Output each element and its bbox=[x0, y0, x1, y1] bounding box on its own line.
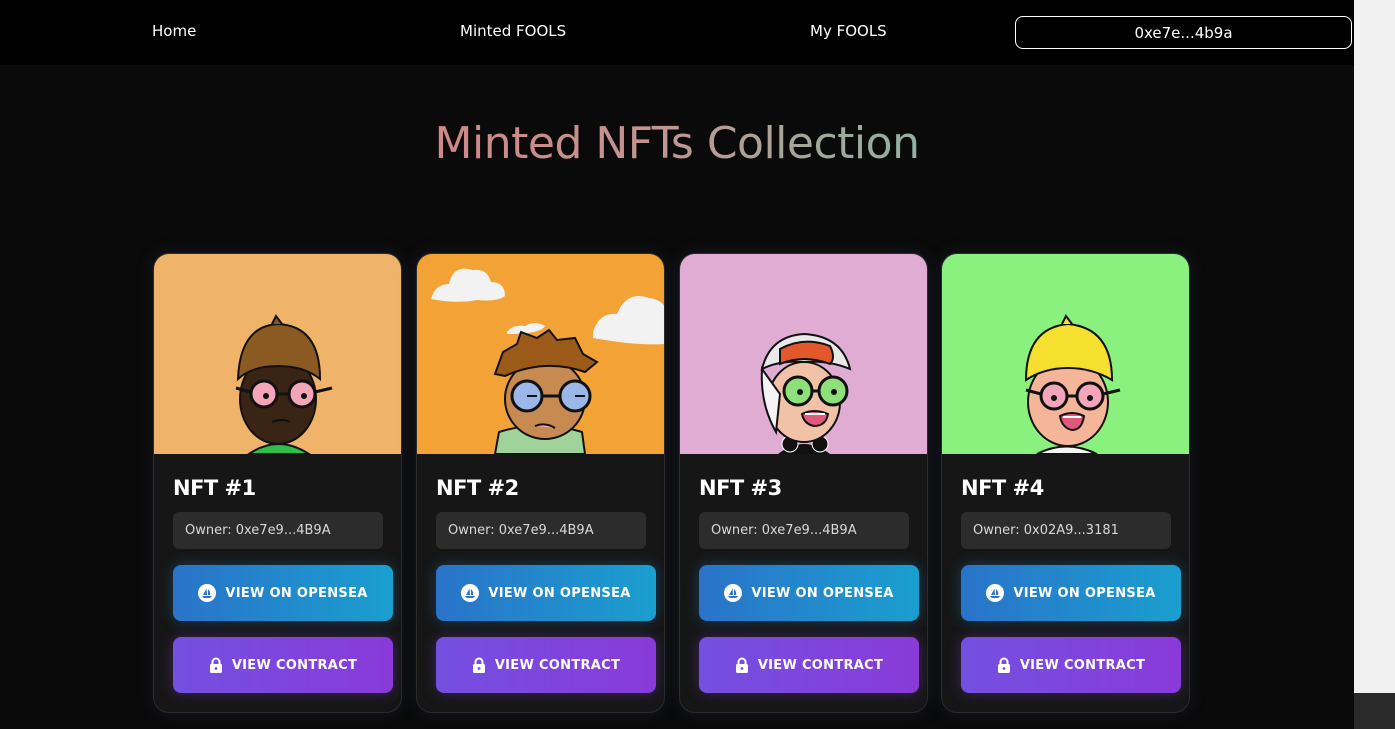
nft-title: NFT #1 bbox=[173, 476, 256, 500]
view-on-opensea-button[interactable]: VIEW ON OPENSEA bbox=[173, 565, 393, 621]
view-on-opensea-button[interactable]: VIEW ON OPENSEA bbox=[699, 565, 919, 621]
owner-address: Owner: 0xe7e9...4B9A bbox=[436, 512, 646, 549]
owner-address: Owner: 0xe7e9...4B9A bbox=[699, 512, 909, 549]
nft-card-3: NFT #3 Owner: 0xe7e9...4B9A VIEW ON OPEN… bbox=[679, 253, 928, 713]
nft-image-2[interactable] bbox=[417, 254, 664, 454]
lock-icon bbox=[735, 657, 749, 673]
contract-button-label: VIEW CONTRACT bbox=[757, 657, 884, 673]
view-contract-button[interactable]: VIEW CONTRACT bbox=[173, 637, 393, 693]
opensea-button-label: VIEW ON OPENSEA bbox=[225, 585, 368, 601]
contract-button-label: VIEW CONTRACT bbox=[494, 657, 621, 673]
view-on-opensea-button[interactable]: VIEW ON OPENSEA bbox=[436, 565, 656, 621]
view-on-opensea-button[interactable]: VIEW ON OPENSEA bbox=[961, 565, 1181, 621]
page-title: Minted NFTs Collection bbox=[434, 118, 920, 169]
nft-card-1: NFT #1 Owner: 0xe7e9...4B9A VIEW ON OPEN… bbox=[153, 253, 402, 713]
top-navbar: Home Minted FOOLS My FOOLS 0xe7e...4b9a bbox=[0, 0, 1354, 65]
view-contract-button[interactable]: VIEW CONTRACT bbox=[699, 637, 919, 693]
nft-card-4: NFT #4 Owner: 0x02A9...3181 VIEW ON OPEN… bbox=[941, 253, 1190, 713]
view-contract-button[interactable]: VIEW CONTRACT bbox=[961, 637, 1181, 693]
owner-address: Owner: 0x02A9...3181 bbox=[961, 512, 1171, 549]
nft-title: NFT #4 bbox=[961, 476, 1044, 500]
nft-image-4[interactable] bbox=[942, 254, 1189, 454]
opensea-icon bbox=[198, 584, 217, 602]
wallet-address-button[interactable]: 0xe7e...4b9a bbox=[1015, 16, 1352, 49]
opensea-icon bbox=[461, 584, 480, 602]
fool-avatar-illustration bbox=[154, 254, 401, 454]
opensea-button-label: VIEW ON OPENSEA bbox=[1013, 585, 1156, 601]
lock-icon bbox=[997, 657, 1011, 673]
opensea-button-label: VIEW ON OPENSEA bbox=[751, 585, 894, 601]
lock-icon bbox=[209, 657, 223, 673]
fool-avatar-illustration bbox=[680, 254, 927, 454]
nav-minted-fools-link[interactable]: Minted FOOLS bbox=[460, 22, 566, 40]
nft-image-3[interactable] bbox=[680, 254, 927, 454]
nft-card-2: NFT #2 Owner: 0xe7e9...4B9A VIEW ON OPEN… bbox=[416, 253, 665, 713]
fool-avatar-illustration bbox=[417, 254, 664, 454]
opensea-button-label: VIEW ON OPENSEA bbox=[488, 585, 631, 601]
nav-my-fools-link[interactable]: My FOOLS bbox=[810, 22, 887, 40]
scrollbar-track[interactable] bbox=[1354, 0, 1395, 693]
scrollbar-corner bbox=[1354, 693, 1395, 729]
owner-address: Owner: 0xe7e9...4B9A bbox=[173, 512, 383, 549]
nft-title: NFT #2 bbox=[436, 476, 519, 500]
fool-avatar-illustration bbox=[942, 254, 1189, 454]
opensea-icon bbox=[986, 584, 1005, 602]
nav-home-link[interactable]: Home bbox=[152, 22, 196, 40]
contract-button-label: VIEW CONTRACT bbox=[231, 657, 358, 673]
opensea-icon bbox=[724, 584, 743, 602]
lock-icon bbox=[472, 657, 486, 673]
nft-image-1[interactable] bbox=[154, 254, 401, 454]
view-contract-button[interactable]: VIEW CONTRACT bbox=[436, 637, 656, 693]
nft-title: NFT #3 bbox=[699, 476, 782, 500]
contract-button-label: VIEW CONTRACT bbox=[1019, 657, 1146, 673]
